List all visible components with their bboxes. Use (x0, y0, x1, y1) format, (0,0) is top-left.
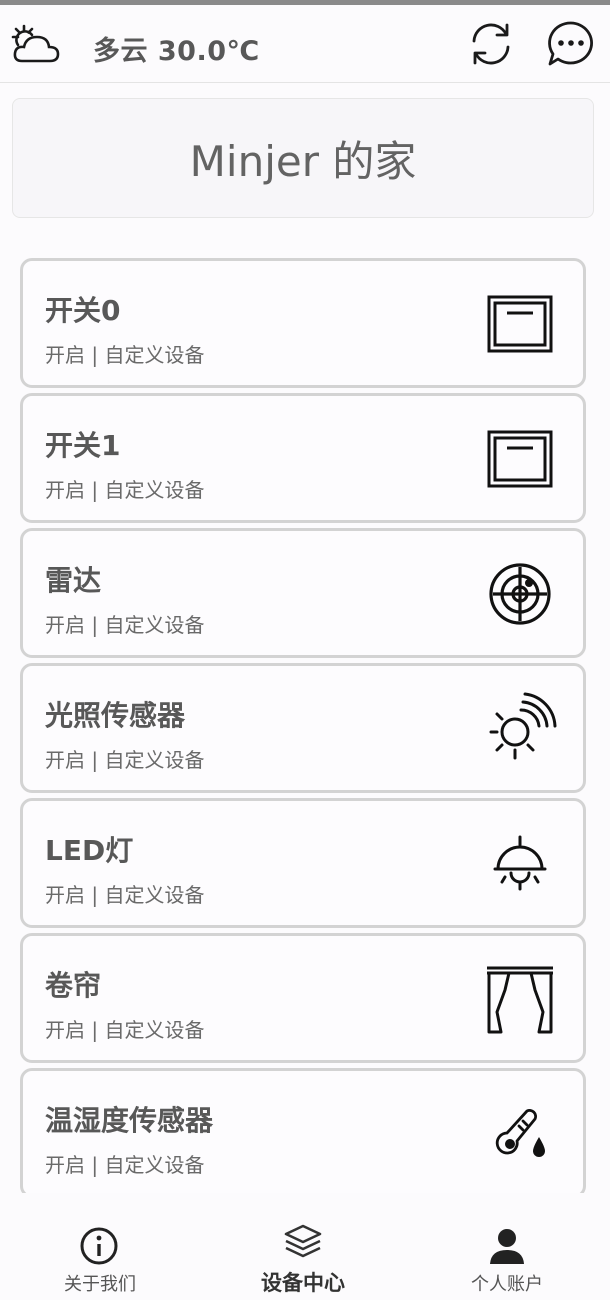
switch-icon (487, 295, 553, 353)
device-card-switch0[interactable]: 开关0 开启 | 自定义设备 (20, 258, 586, 388)
header-bar: 多云 30.0℃ (0, 5, 610, 83)
device-card-light-sensor[interactable]: 光照传感器 开启 | 自定义设备 (20, 663, 586, 793)
nav-device-center[interactable]: 设备中心 (203, 1196, 403, 1300)
device-name: 开关1 (45, 429, 121, 462)
layers-icon (284, 1224, 322, 1258)
device-status: 开启 | 自定义设备 (45, 1153, 205, 1177)
device-card-curtain[interactable]: 卷帘 开启 | 自定义设备 (20, 933, 586, 1063)
device-status: 开启 | 自定义设备 (45, 343, 205, 367)
device-card-temp-humidity[interactable]: 温湿度传感器 开启 | 自定义设备 (20, 1068, 586, 1193)
thermometer-humidity-icon (495, 1109, 545, 1157)
device-name: 温湿度传感器 (45, 1104, 214, 1137)
curtain-icon (487, 966, 553, 1034)
device-status: 开启 | 自定义设备 (45, 883, 205, 907)
bottom-nav: 关于我们 设备中心 个人账户 (0, 1196, 610, 1300)
device-card-radar[interactable]: 雷达 开启 | 自定义设备 (20, 528, 586, 658)
light-sensor-icon (489, 692, 557, 760)
device-status: 开启 | 自定义设备 (45, 613, 205, 637)
nav-label-device-center: 设备中心 (261, 1271, 345, 1295)
device-name: 开关0 (45, 294, 121, 327)
device-card-led-lamp[interactable]: LED灯 开启 | 自定义设备 (20, 798, 586, 928)
device-status: 开启 | 自定义设备 (45, 478, 205, 502)
device-status: 开启 | 自定义设备 (45, 748, 205, 772)
switch-icon (487, 430, 553, 488)
app-screen: 多云 30.0℃ Minjer 的家 开关0 开启 | 自定义设备 开关1 开启… (0, 0, 610, 1300)
device-name: 卷帘 (45, 969, 102, 1002)
nav-account[interactable]: 个人账户 (407, 1196, 607, 1300)
device-name: LED灯 (45, 834, 134, 867)
nav-label-account: 个人账户 (471, 1274, 543, 1295)
partly-cloudy-icon (11, 24, 60, 63)
radar-icon (489, 563, 551, 625)
lamp-icon (493, 835, 547, 891)
nav-label-about: 关于我们 (64, 1274, 136, 1295)
user-icon (490, 1229, 524, 1264)
device-list[interactable]: 开关0 开启 | 自定义设备 开关1 开启 | 自定义设备 雷达 开启 | 自定… (20, 258, 586, 1193)
weather-text: 多云 30.0℃ (93, 36, 260, 67)
device-name: 光照传感器 (45, 699, 186, 732)
home-title-card: Minjer 的家 (12, 98, 594, 218)
info-icon (80, 1227, 118, 1265)
chat-bubble-icon[interactable] (546, 19, 596, 69)
device-name: 雷达 (45, 564, 102, 597)
nav-about[interactable]: 关于我们 (0, 1196, 200, 1300)
device-status: 开启 | 自定义设备 (45, 1018, 205, 1042)
device-card-switch1[interactable]: 开关1 开启 | 自定义设备 (20, 393, 586, 523)
refresh-icon[interactable] (466, 19, 516, 69)
home-title: Minjer 的家 (189, 136, 417, 186)
